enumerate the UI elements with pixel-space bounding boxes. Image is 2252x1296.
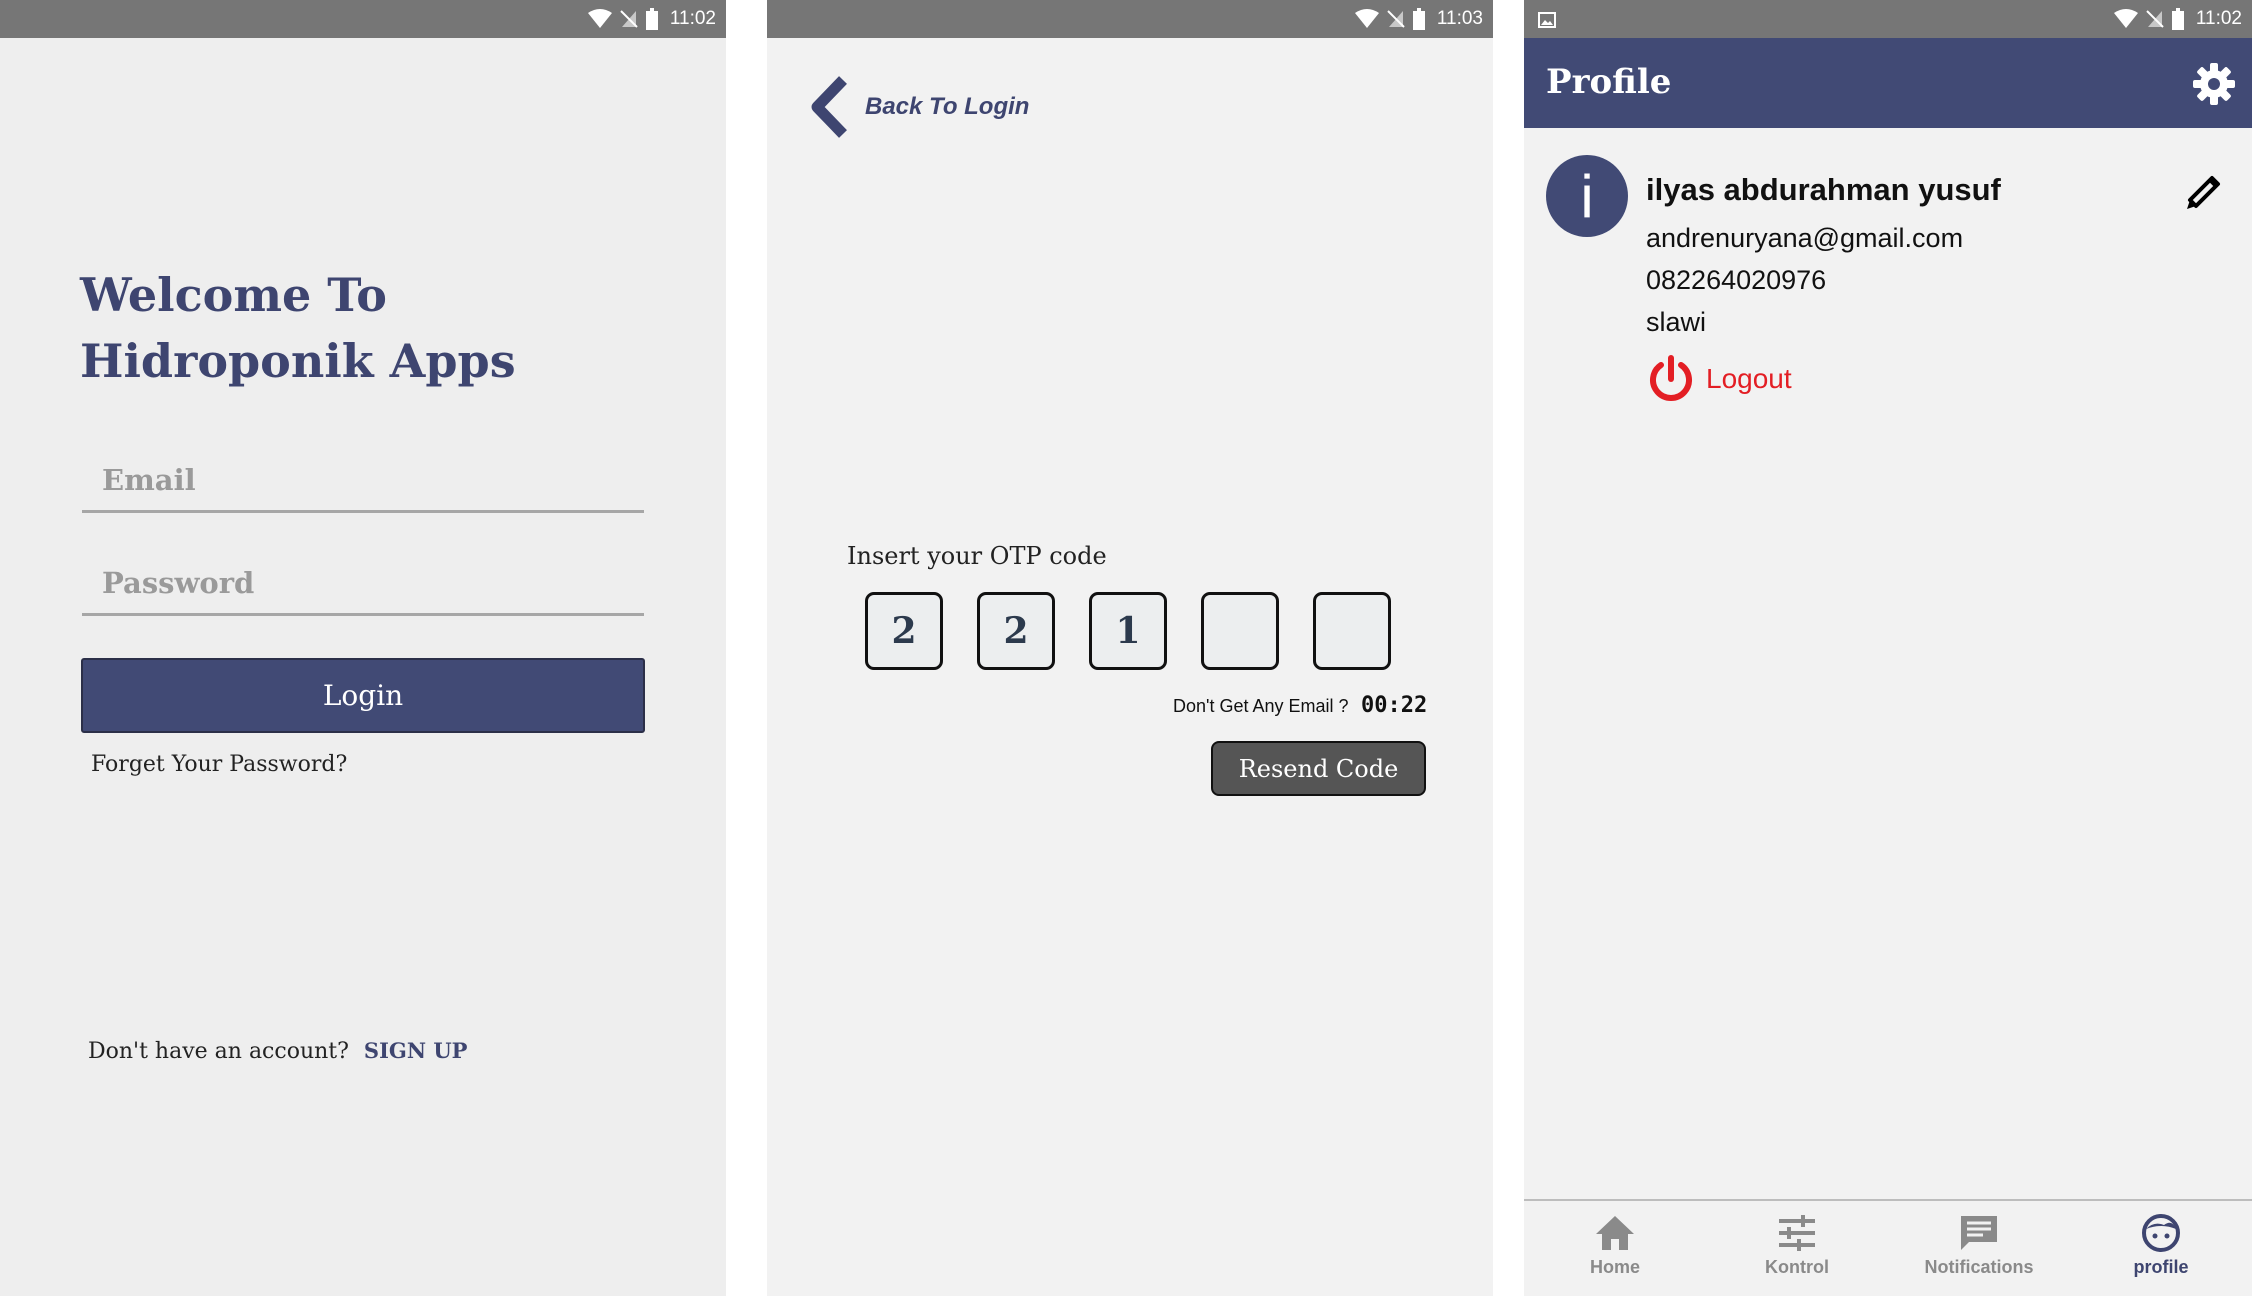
status-time: 11:03	[1436, 8, 1483, 29]
nav-profile[interactable]: profile	[2070, 1201, 2252, 1296]
profile-name: ilyas abdurahman yusuf	[1646, 172, 2001, 207]
welcome-line-1: Welcome To	[80, 268, 387, 322]
profile-email: andrenuryana@gmail.com	[1646, 223, 1964, 253]
status-time: 11:02	[2195, 8, 2242, 29]
status-bar: 11:02	[0, 0, 726, 38]
no-signal-icon	[2146, 10, 2164, 28]
otp-timer: 00:22	[1361, 693, 1428, 718]
image-notification-icon	[1538, 12, 1556, 28]
password-field-wrapper	[82, 543, 644, 616]
home-icon	[1596, 1216, 1634, 1250]
battery-icon	[1412, 8, 1425, 30]
no-account-label: Don't have an account?	[88, 1039, 349, 1064]
no-signal-icon	[620, 10, 638, 28]
no-signal-icon	[1387, 10, 1405, 28]
pencil-icon[interactable]	[2182, 170, 2226, 214]
chat-icon	[1961, 1216, 1997, 1250]
nav-kontrol[interactable]: Kontrol	[1706, 1201, 1888, 1296]
chevron-left-icon	[811, 76, 847, 138]
wifi-icon	[1354, 9, 1379, 28]
bottom-nav: Home Kontrol Notifications profile	[1524, 1199, 2252, 1296]
battery-icon	[645, 8, 658, 30]
resend-code-button[interactable]: Resend Code	[1211, 741, 1426, 796]
forget-password-link[interactable]: Forget Your Password?	[91, 752, 347, 777]
logout-label: Logout	[1706, 363, 1792, 394]
email-field-wrapper	[82, 440, 644, 513]
sliders-icon	[1779, 1215, 1815, 1251]
profile-phone: 082264020976	[1646, 265, 1827, 295]
signup-link[interactable]: SIGN UP	[364, 1038, 468, 1063]
otp-prompt: Insert your OTP code	[847, 542, 1107, 570]
gear-icon[interactable]	[2192, 62, 2236, 106]
wifi-icon	[2113, 9, 2138, 28]
profile-screen: 11:02 Profile i ilyas abdurahman yusuf a…	[1524, 0, 2252, 1296]
password-field[interactable]	[100, 565, 624, 601]
email-field[interactable]	[100, 462, 624, 498]
signup-row: Don't have an account? SIGN UP	[88, 1038, 467, 1064]
profile-city: slawi	[1646, 307, 1707, 337]
status-bar: 11:02	[1524, 0, 2252, 38]
welcome-title: Welcome To Hidroponik Apps	[80, 262, 680, 394]
no-email-label: Don't Get Any Email ?	[1173, 696, 1349, 716]
face-icon	[2142, 1214, 2180, 1252]
otp-digit-2[interactable]: 2	[977, 592, 1055, 670]
login-screen: 11:02 Welcome To Hidroponik Apps Login F…	[0, 0, 726, 1296]
otp-digit-5[interactable]	[1313, 592, 1391, 670]
nav-profile-label: profile	[2133, 1257, 2189, 1277]
nav-kontrol-label: Kontrol	[1765, 1257, 1829, 1277]
otp-screen: 11:03 Back To Login Insert your OTP code…	[767, 0, 1493, 1296]
back-to-login-button[interactable]: Back To Login	[807, 76, 1029, 138]
otp-digit-1[interactable]: 2	[865, 592, 943, 670]
login-button[interactable]: Login	[81, 658, 645, 733]
otp-digit-4[interactable]	[1201, 592, 1279, 670]
otp-digit-3[interactable]: 1	[1089, 592, 1167, 670]
back-to-login-label: Back To Login	[865, 93, 1030, 120]
avatar: i	[1546, 155, 1628, 237]
battery-icon	[2171, 8, 2184, 30]
status-bar: 11:03	[767, 0, 1493, 38]
app-bar: Profile	[1524, 38, 2252, 128]
welcome-line-2: Hidroponik Apps	[80, 334, 516, 388]
page-title: Profile	[1546, 62, 1672, 102]
power-icon	[1650, 355, 1692, 401]
wifi-icon	[587, 9, 612, 28]
nav-notifications-label: Notifications	[1924, 1257, 2034, 1277]
nav-home-label: Home	[1589, 1257, 1640, 1277]
status-time: 11:02	[669, 8, 716, 29]
nav-notifications[interactable]: Notifications	[1888, 1201, 2070, 1296]
nav-home[interactable]: Home	[1524, 1201, 1706, 1296]
logout-button[interactable]: Logout	[1646, 354, 1792, 404]
